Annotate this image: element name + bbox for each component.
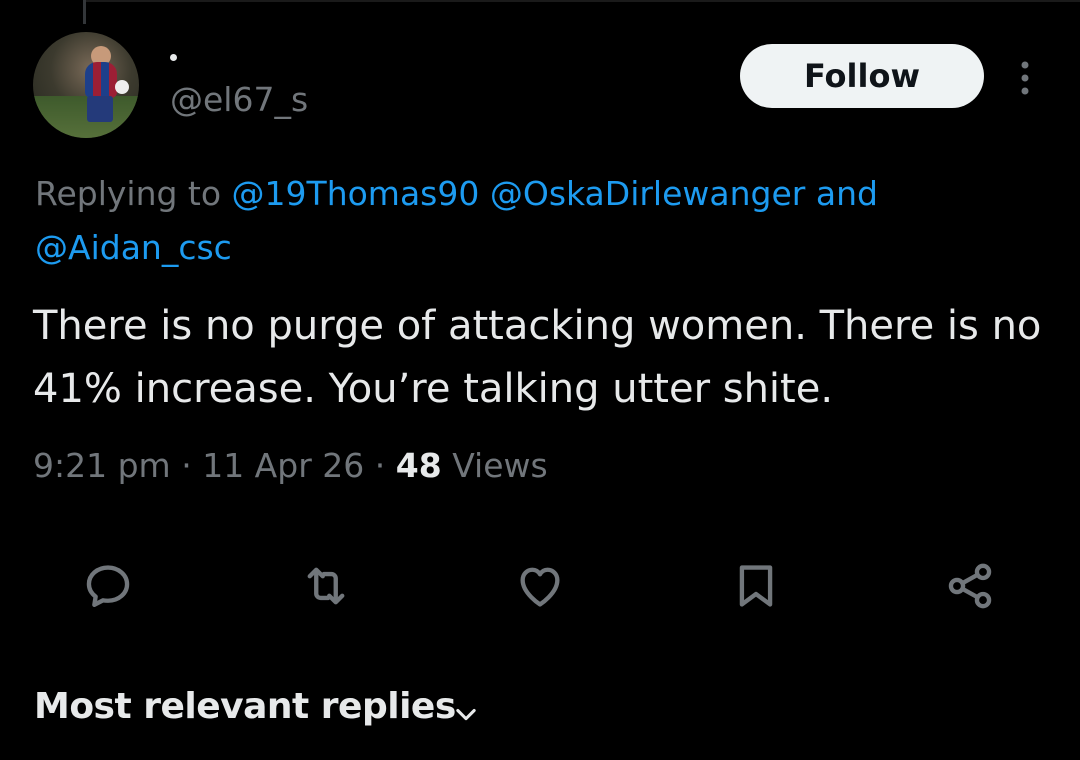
share-button[interactable] (944, 560, 996, 612)
author-handle[interactable]: @el67_s (170, 80, 308, 119)
reply-button[interactable] (82, 560, 134, 612)
retweet-icon (307, 567, 345, 605)
top-divider (86, 0, 1080, 2)
more-options-icon[interactable] (1015, 58, 1035, 98)
chevron-down-icon[interactable] (452, 700, 480, 728)
like-button[interactable] (514, 560, 566, 612)
share-icon (948, 563, 992, 609)
retweet-button[interactable] (300, 560, 352, 612)
avatar[interactable] (33, 32, 139, 138)
tweet-meta: 9:21 pm · 11 Apr 26 · 48 Views (33, 442, 548, 490)
reply-icon (86, 565, 130, 608)
follow-button[interactable]: Follow (740, 44, 984, 108)
replying-to: Replying to @19Thomas90 @OskaDirlewanger… (35, 167, 1055, 275)
mention-and[interactable]: and (816, 174, 878, 213)
tweet-date[interactable]: 11 Apr 26 (202, 446, 364, 485)
meta-separator: · (181, 446, 192, 485)
bookmark-icon (739, 565, 773, 607)
bookmark-button[interactable] (730, 560, 782, 612)
tweet-time[interactable]: 9:21 pm (33, 446, 171, 485)
most-relevant-replies-selector[interactable]: Most relevant replies (34, 686, 456, 727)
replying-prefix: Replying to (35, 174, 232, 213)
mention-link[interactable]: @OskaDirlewanger (490, 174, 805, 213)
display-name[interactable] (170, 54, 177, 61)
meta-separator: · (374, 446, 386, 485)
views-count: 48 (395, 446, 442, 485)
views-label: Views (452, 446, 548, 485)
tweet-text: There is no purge of attacking women. Th… (33, 303, 1042, 412)
heart-icon (520, 567, 560, 607)
mention-link[interactable]: @Aidan_csc (35, 228, 232, 267)
thread-connector-line (83, 0, 86, 24)
mention-link[interactable]: @19Thomas90 (232, 174, 480, 213)
